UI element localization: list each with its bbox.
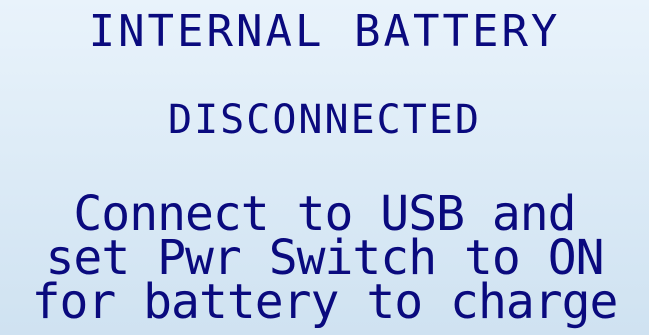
instruction-line-3: for battery to charge [31, 274, 619, 330]
screen-title: INTERNAL BATTERY [88, 6, 561, 57]
battery-status: DISCONNECTED [168, 97, 481, 143]
lcd-screen: INTERNAL BATTERY DISCONNECTED Connect to… [0, 0, 649, 335]
